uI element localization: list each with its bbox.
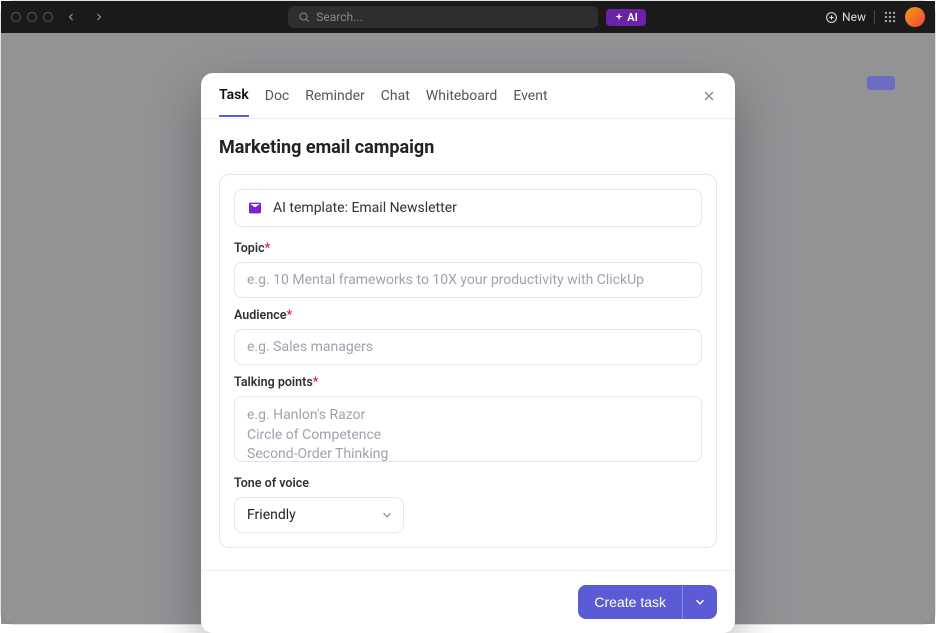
create-modal: Task Doc Reminder Chat Whiteboard Event … — [201, 73, 735, 633]
topic-label: Topic* — [234, 241, 702, 256]
talking-points-input[interactable] — [234, 396, 702, 462]
modal-footer: Create task — [201, 570, 735, 633]
create-task-button[interactable]: Create task — [578, 585, 682, 619]
tone-select[interactable]: Friendly — [234, 497, 404, 533]
ai-template-selector[interactable]: AI template: Email Newsletter — [234, 189, 702, 227]
search-placeholder: Search... — [316, 10, 362, 24]
audience-label: Audience* — [234, 308, 702, 323]
create-task-dropdown-button[interactable] — [682, 585, 717, 619]
window-controls — [11, 12, 53, 22]
tab-reminder[interactable]: Reminder — [305, 76, 365, 116]
window-close-button[interactable] — [11, 12, 21, 22]
topic-input[interactable] — [234, 262, 702, 298]
modal-close-button[interactable] — [701, 88, 717, 104]
plus-circle-icon — [825, 11, 838, 24]
sparkle-icon — [614, 12, 624, 22]
search-icon — [298, 11, 310, 23]
top-bar: Search... AI New — [1, 1, 935, 33]
nav-forward-button[interactable] — [89, 7, 109, 27]
talking-points-label: Talking points* — [234, 375, 702, 390]
tab-event[interactable]: Event — [513, 76, 547, 116]
separator — [874, 10, 875, 24]
close-icon — [701, 88, 717, 104]
apps-menu-button[interactable] — [883, 10, 897, 24]
window-minimize-button[interactable] — [27, 12, 37, 22]
chevron-down-icon — [693, 595, 707, 609]
envelope-icon — [247, 200, 263, 216]
task-title: Marketing email campaign — [219, 137, 717, 158]
new-button[interactable]: New — [825, 10, 866, 24]
user-avatar[interactable] — [905, 7, 925, 27]
background-badge — [867, 76, 895, 90]
tab-doc[interactable]: Doc — [265, 76, 290, 116]
ai-button[interactable]: AI — [606, 9, 646, 26]
tab-task[interactable]: Task — [219, 75, 249, 117]
audience-input[interactable] — [234, 329, 702, 365]
form-card: AI template: Email Newsletter Topic* Aud… — [219, 174, 717, 548]
template-label: AI template: Email Newsletter — [273, 200, 457, 216]
global-search-input[interactable]: Search... — [288, 6, 598, 28]
tab-chat[interactable]: Chat — [381, 76, 410, 116]
tone-label: Tone of voice — [234, 476, 702, 491]
window-zoom-button[interactable] — [43, 12, 53, 22]
tab-whiteboard[interactable]: Whiteboard — [426, 76, 498, 116]
modal-tabs: Task Doc Reminder Chat Whiteboard Event — [201, 73, 735, 119]
grid-icon — [883, 10, 897, 24]
nav-back-button[interactable] — [61, 7, 81, 27]
